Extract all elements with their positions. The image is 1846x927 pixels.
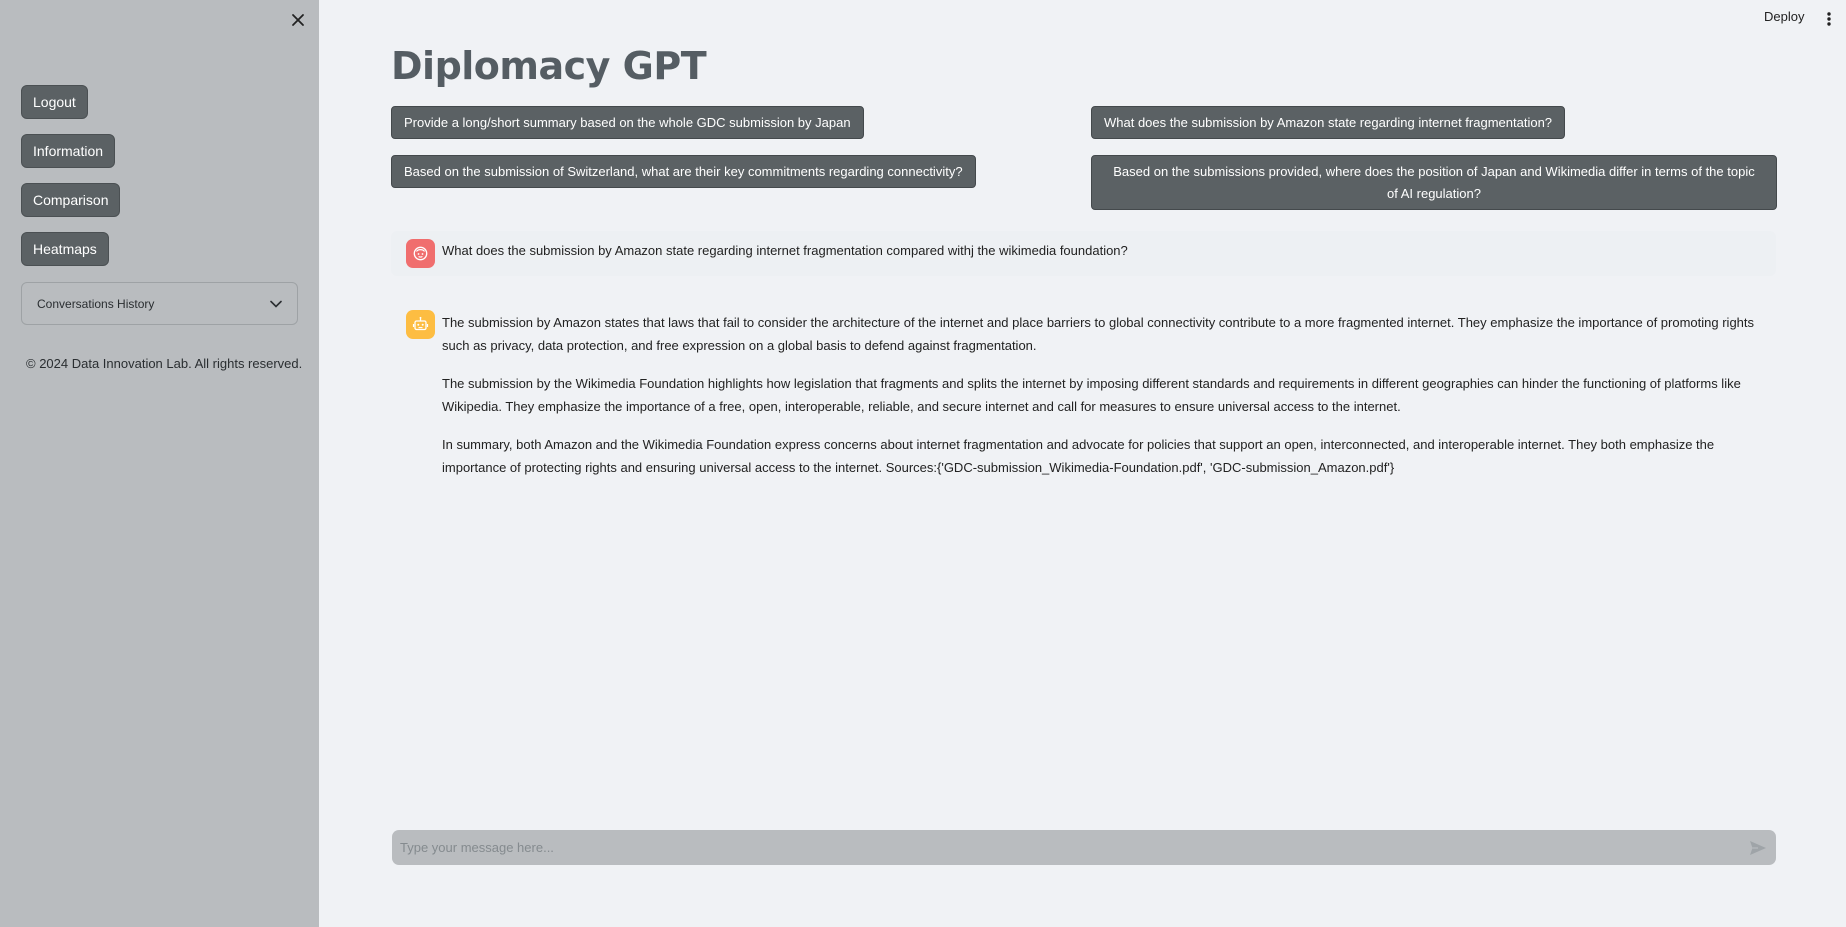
chevron-down-icon: [270, 300, 282, 308]
kebab-menu-icon: [1827, 12, 1831, 26]
send-icon: [1750, 840, 1766, 855]
bot-message-body: The submission by Amazon states that law…: [442, 311, 1776, 494]
user-avatar-icon: [413, 246, 428, 261]
suggestion-button-amazon-fragmentation[interactable]: What does the submission by Amazon state…: [1091, 106, 1566, 139]
sidebar: Logout Information Comparison Heatmaps C…: [0, 0, 319, 927]
suggestion-button-japan-summary[interactable]: Provide a long/short summary based on th…: [391, 106, 864, 139]
deploy-button[interactable]: Deploy: [1764, 9, 1804, 24]
chat-input[interactable]: [400, 840, 1748, 855]
bot-message-paragraph: The submission by Amazon states that law…: [442, 315, 1755, 353]
chat-input-container: [392, 830, 1776, 865]
comparison-button[interactable]: Comparison: [21, 183, 121, 217]
heatmaps-button[interactable]: Heatmaps: [21, 232, 109, 266]
close-sidebar-button[interactable]: [287, 9, 309, 31]
conversations-history-expander[interactable]: Conversations History: [21, 282, 298, 325]
page-title: Diplomacy GPT: [391, 44, 707, 88]
bot-message-paragraph: The submission by the Wikimedia Foundati…: [442, 376, 1741, 414]
send-button[interactable]: [1748, 838, 1768, 858]
close-icon: [292, 14, 304, 26]
suggestion-button-japan-wikimedia-ai[interactable]: Based on the submissions provided, where…: [1091, 155, 1777, 210]
suggestion-button-switzerland-connectivity[interactable]: Based on the submission of Switzerland, …: [391, 155, 976, 188]
user-message-text: What does the submission by Amazon state…: [442, 243, 1128, 258]
bot-avatar-icon: [412, 316, 429, 331]
main-menu-button[interactable]: [1822, 9, 1836, 29]
information-button[interactable]: Information: [21, 134, 116, 168]
bot-message-paragraph: In summary, both Amazon and the Wikimedi…: [442, 437, 1715, 475]
user-avatar: [406, 239, 435, 268]
conversations-history-label: Conversations History: [37, 296, 155, 311]
bot-avatar: [406, 310, 435, 339]
copyright-text: © 2024 Data Innovation Lab. All rights r…: [26, 356, 303, 371]
logout-button[interactable]: Logout: [21, 85, 88, 119]
